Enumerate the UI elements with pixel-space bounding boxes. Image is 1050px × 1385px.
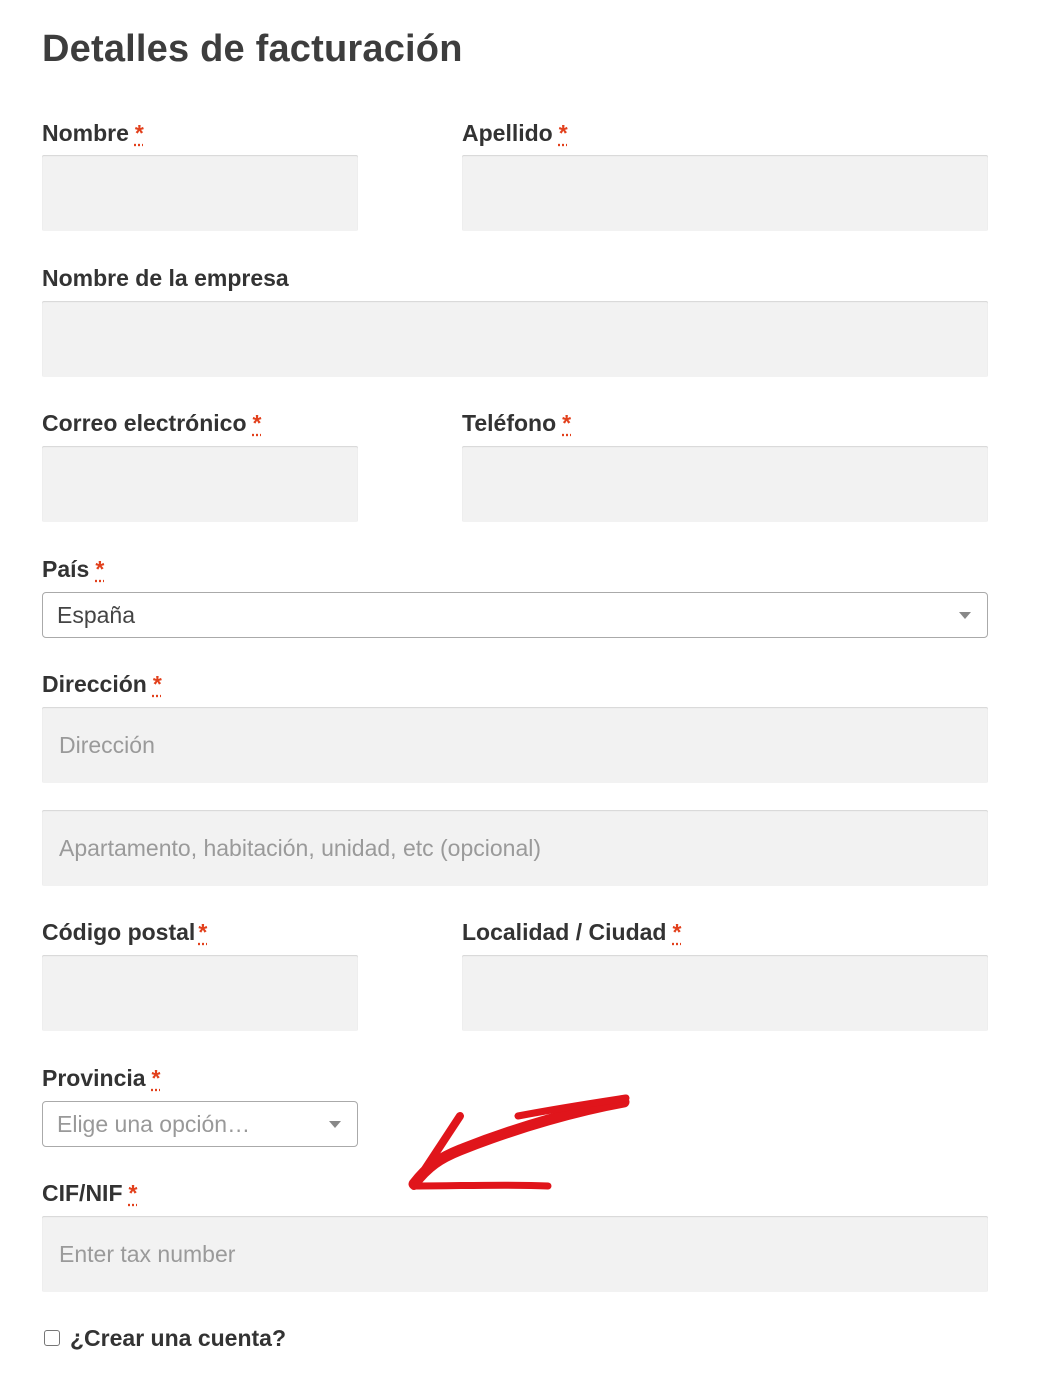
city-input[interactable] <box>462 955 988 1031</box>
tax-placeholder: Enter tax number <box>59 1240 236 1267</box>
arrow-head-lower <box>410 1181 552 1190</box>
email-label-text: Correo electrónico <box>42 410 247 436</box>
required-mark: * <box>672 919 682 945</box>
required-mark: * <box>252 410 262 436</box>
required-mark: * <box>152 671 162 697</box>
state-label-text: Provincia <box>42 1065 146 1091</box>
email-label: Correo electrónico * <box>42 410 261 437</box>
company-input[interactable] <box>42 301 988 377</box>
country-value: España <box>57 601 136 628</box>
address-line-2-input[interactable]: Apartamento, habitación, unidad, etc (op… <box>42 810 988 886</box>
create-account-label[interactable]: ¿Crear una cuenta? <box>70 1325 286 1352</box>
page-title: Detalles de facturación <box>42 28 463 70</box>
first-name-label-text: Nombre <box>42 120 129 146</box>
chevron-down-icon <box>959 612 971 619</box>
postcode-label-text: Código postal <box>42 919 196 945</box>
required-mark: * <box>558 120 568 146</box>
phone-label-text: Teléfono <box>462 410 557 436</box>
company-label-text: Nombre de la empresa <box>42 265 289 291</box>
chevron-down-icon <box>329 1121 341 1128</box>
company-label: Nombre de la empresa <box>42 265 289 292</box>
city-label: Localidad / Ciudad * <box>462 919 681 946</box>
state-placeholder: Elige una opción… <box>57 1110 251 1137</box>
address-label-text: Dirección <box>42 671 147 697</box>
address-line-1-input[interactable]: Dirección <box>42 707 988 783</box>
phone-label: Teléfono * <box>462 410 571 437</box>
tax-label-text: CIF/NIF <box>42 1180 123 1206</box>
country-select[interactable]: España <box>42 592 988 638</box>
city-label-text: Localidad / Ciudad <box>462 919 667 945</box>
last-name-label-text: Apellido <box>462 120 553 146</box>
required-mark: * <box>128 1180 138 1206</box>
required-mark: * <box>562 410 572 436</box>
tax-label: CIF/NIF * <box>42 1180 137 1207</box>
state-select[interactable]: Elige una opción… <box>42 1101 358 1147</box>
postcode-label: Código postal * <box>42 919 207 946</box>
create-account-checkbox[interactable] <box>44 1330 60 1346</box>
required-mark: * <box>95 556 105 582</box>
required-mark: * <box>134 120 144 146</box>
address-label: Dirección * <box>42 671 162 698</box>
required-mark: * <box>198 919 208 945</box>
address-line-2-placeholder: Apartamento, habitación, unidad, etc (op… <box>59 834 542 861</box>
hand-drawn-arrow-icon <box>408 1094 630 1190</box>
email-input[interactable] <box>42 446 358 522</box>
first-name-input[interactable] <box>42 155 358 231</box>
postcode-input[interactable] <box>42 955 358 1031</box>
phone-input[interactable] <box>462 446 988 522</box>
country-label-text: País <box>42 556 90 582</box>
required-mark: * <box>151 1065 161 1091</box>
first-name-label: Nombre * <box>42 120 144 147</box>
state-label: Provincia * <box>42 1065 161 1092</box>
last-name-input[interactable] <box>462 155 988 231</box>
last-name-label: Apellido * <box>462 120 568 147</box>
country-label: País * <box>42 556 104 583</box>
address-line-1-placeholder: Dirección <box>59 731 155 758</box>
tax-input[interactable]: Enter tax number <box>42 1216 988 1292</box>
